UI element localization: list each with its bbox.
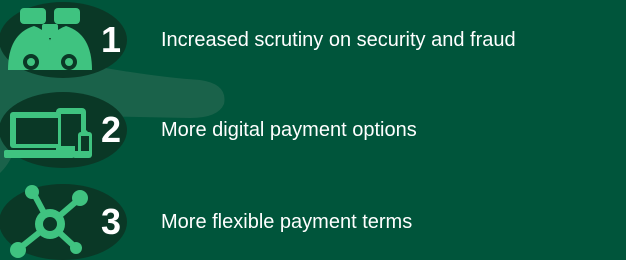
step-number: 2 <box>100 109 122 150</box>
infographic-panel: 1 Increased scrutiny on security and fra… <box>0 0 626 260</box>
badge-3: 3 <box>0 182 140 260</box>
list-item-3: 3 More flexible payment terms <box>0 182 626 260</box>
step-number: 3 <box>100 201 122 242</box>
list-item-1: 1 Increased scrutiny on security and fra… <box>0 0 626 80</box>
item-label: More digital payment options <box>161 119 417 141</box>
badge-1: 1 <box>0 0 140 80</box>
item-label: Increased scrutiny on security and fraud <box>161 29 516 51</box>
list-item-2: 2 More digital payment options <box>0 90 626 170</box>
step-number: 1 <box>100 19 122 60</box>
badge-2: 2 <box>0 90 140 170</box>
item-label: More flexible payment terms <box>161 211 413 233</box>
